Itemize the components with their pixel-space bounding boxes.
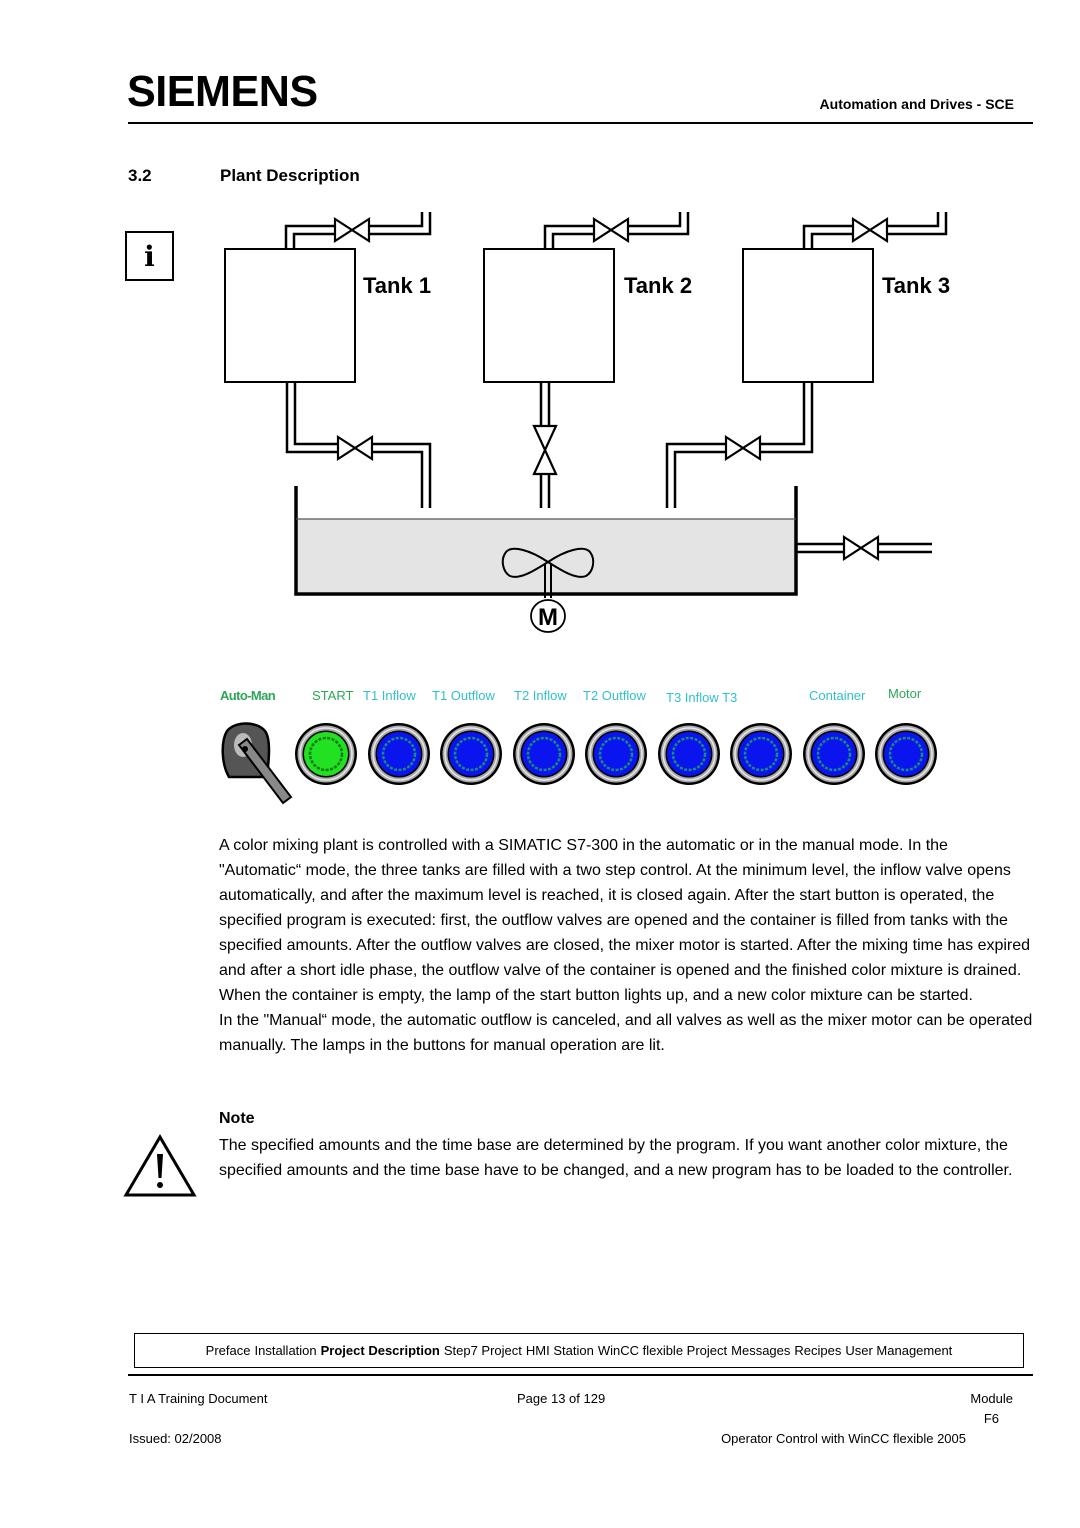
plant-description-text: A color mixing plant is controlled with … — [219, 833, 1034, 1058]
footer-doc-title: T I A Training Document — [129, 1391, 268, 1406]
footer-subtitle: Operator Control with WinCC flexible 200… — [721, 1431, 966, 1446]
chapter-nav-item[interactable]: WinCC flexible Project — [598, 1343, 727, 1358]
lamp-button-t3-outflow[interactable] — [728, 721, 794, 787]
info-icon: i — [125, 231, 174, 281]
footer-module-code: F6 — [983, 1411, 999, 1426]
tank1-outflow-valve — [336, 434, 374, 462]
lamp-button-t2-inflow[interactable] — [511, 721, 577, 787]
tank-1 — [224, 248, 356, 383]
footer-issued: Issued: 02/2008 — [129, 1431, 222, 1446]
lamp-button-t2-outflow[interactable] — [583, 721, 649, 787]
container-outflow-valve — [842, 534, 880, 562]
chapter-nav-item[interactable]: Preface — [206, 1343, 251, 1358]
chapter-nav-item[interactable]: Messages — [731, 1343, 790, 1358]
hmi-label: T2 Outflow — [583, 688, 646, 703]
selector-switch-icon[interactable] — [217, 719, 297, 807]
section-number: 3.2 — [128, 166, 152, 185]
tank3-inflow-valve — [851, 216, 889, 244]
tank-3 — [742, 248, 874, 383]
chapter-nav: Preface Installation Project Description St… — [134, 1333, 1024, 1368]
footer-divider — [128, 1374, 1033, 1376]
hmi-label: T3 Inflow T3 — [666, 690, 738, 705]
motor-label: M — [538, 604, 558, 631]
hmi-control-row — [215, 715, 955, 805]
siemens-logo: SIEMENS — [127, 67, 318, 116]
tank-2 — [483, 248, 615, 383]
hmi-label: Auto-Man — [220, 688, 276, 703]
note-text: The specified amounts and the time base … — [219, 1137, 1013, 1179]
lamp-button-t3-inflow[interactable] — [656, 721, 722, 787]
motor-icon: M — [530, 599, 566, 633]
tank3-outflow-valve — [724, 434, 762, 462]
lamp-button-t1-outflow[interactable] — [438, 721, 504, 787]
chapter-nav-item[interactable]: Installation — [254, 1343, 316, 1358]
hmi-label: Container — [809, 688, 866, 703]
division-title: Automation and Drives - SCE — [819, 96, 1014, 112]
tank2-inflow-valve — [592, 216, 630, 244]
lamp-button-motor[interactable] — [873, 721, 939, 787]
chapter-nav-item[interactable]: Step7 Project — [444, 1343, 522, 1358]
footer-module-label: Module — [970, 1391, 1013, 1406]
note-heading: Note — [219, 1110, 255, 1127]
lamp-button-start[interactable] — [293, 721, 359, 787]
tank-2-label: Tank 2 — [624, 273, 692, 298]
hmi-label: T1 Outflow — [432, 688, 495, 703]
plant-diagram: M Tank 1 Tank 2 Tank 3 — [224, 212, 950, 633]
chapter-nav-item[interactable]: Recipes — [794, 1343, 841, 1358]
chapter-nav-item[interactable]: Project Description — [321, 1343, 440, 1358]
paragraph-automatic: A color mixing plant is controlled with … — [219, 837, 1031, 1004]
paragraph-manual: In the "Manual“ mode, the automatic outf… — [219, 1012, 1033, 1054]
warning-icon — [123, 1134, 197, 1197]
tank-1-label: Tank 1 — [363, 273, 431, 298]
lamp-button-container[interactable] — [801, 721, 867, 787]
footer-page-number: Page 13 of 129 — [517, 1391, 606, 1406]
hmi-label: T2 Inflow — [514, 688, 567, 703]
info-glyph: i — [144, 239, 155, 273]
hmi-label: START — [312, 688, 354, 703]
section-title: Plant Description — [220, 166, 360, 185]
chapter-nav-item[interactable]: HMI Station — [526, 1343, 594, 1358]
tank-3-label: Tank 3 — [882, 273, 950, 298]
hmi-label-row: Auto-Man START T1 Inflow T1 Outflow T2 I… — [210, 686, 970, 710]
tank2-outflow-valve — [532, 424, 558, 476]
tank1-inflow-valve — [333, 216, 371, 244]
hmi-label: Motor — [888, 686, 922, 701]
hmi-label: T1 Inflow — [363, 688, 416, 703]
chapter-nav-item[interactable]: User Management — [845, 1343, 952, 1358]
header-divider — [128, 122, 1033, 124]
lamp-button-t1-inflow[interactable] — [366, 721, 432, 787]
